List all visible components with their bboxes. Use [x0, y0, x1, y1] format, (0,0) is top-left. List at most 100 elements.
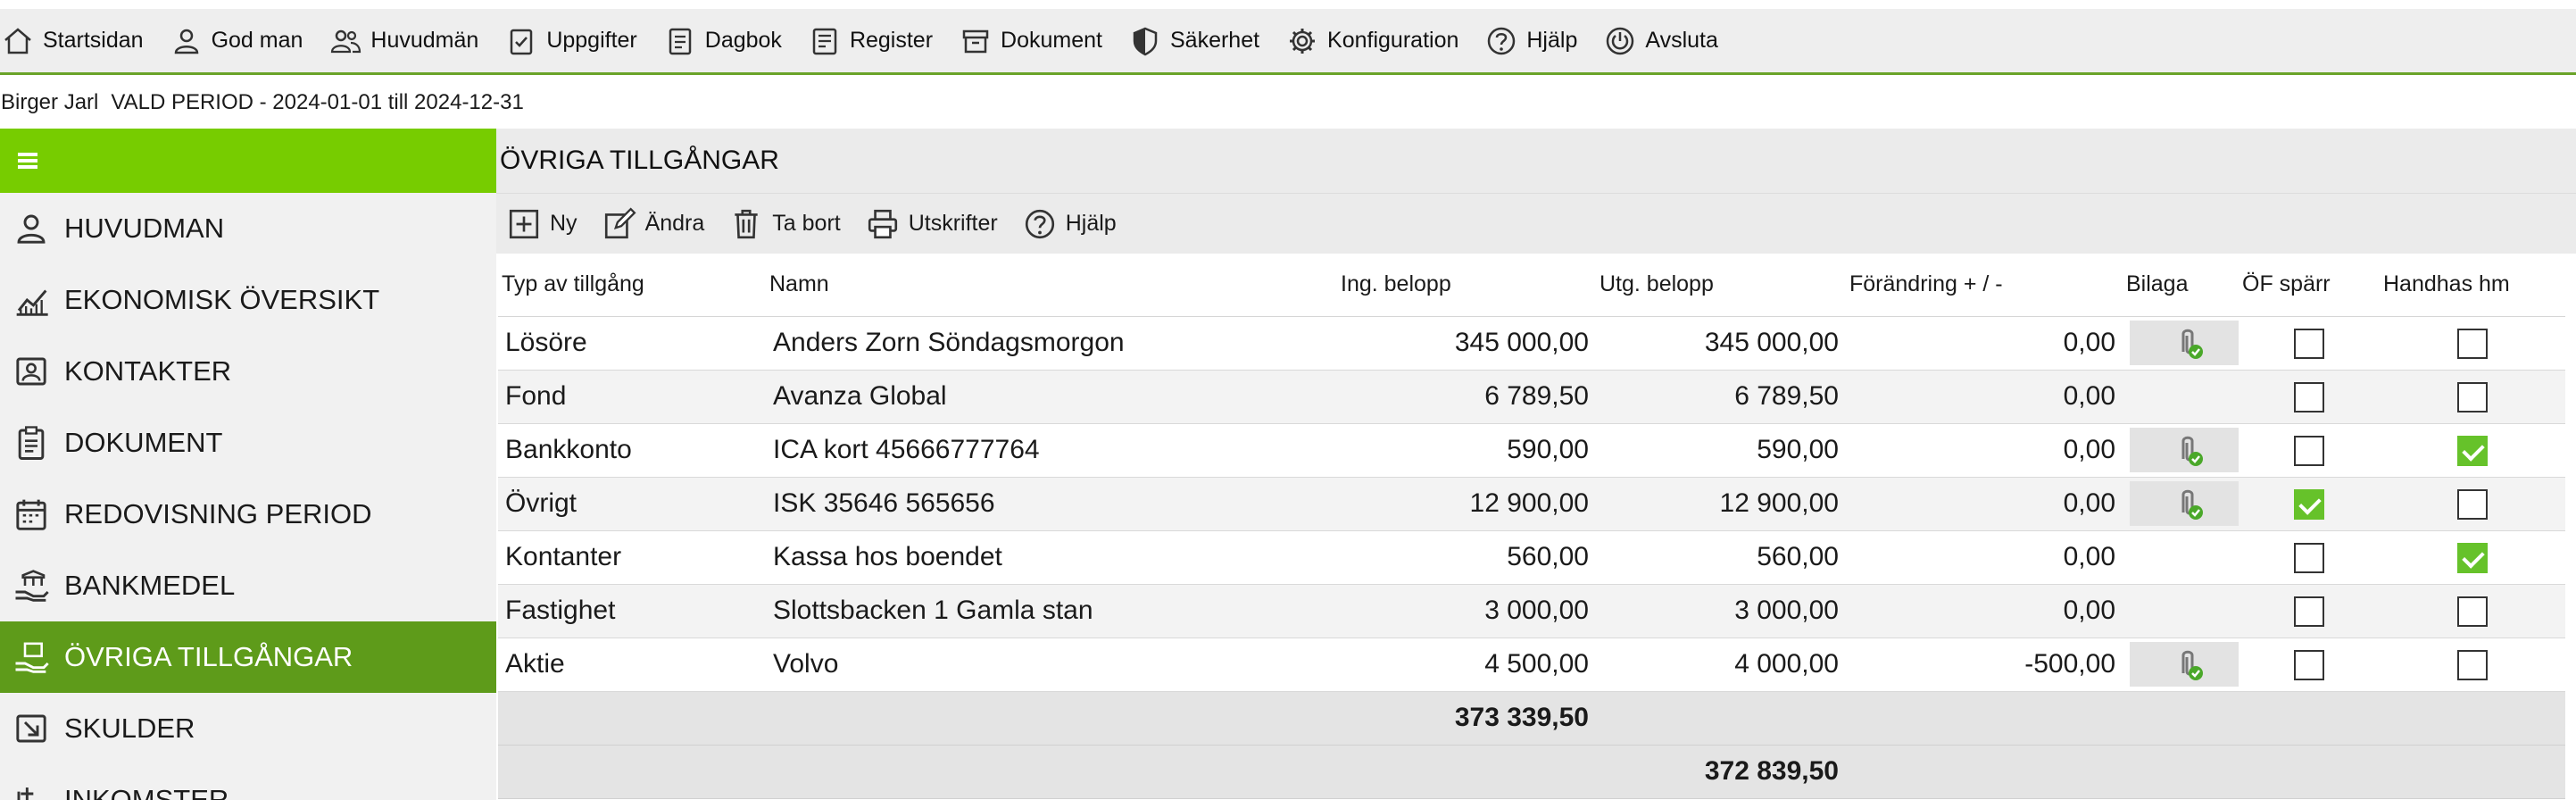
column-header-handhas-hm[interactable]: Handhas hm	[2380, 254, 2565, 317]
sidebar-nav-list: HUVUDMAN EKONOMISK ÖVERSIKT KONTAKTER DOKUM…	[0, 193, 496, 800]
of-sparr-checkbox[interactable]	[2294, 435, 2324, 466]
sidebar-item-label: DOKUMENT	[64, 427, 223, 458]
debt-icon	[16, 714, 46, 743]
attachment-button[interactable]	[2130, 642, 2239, 687]
handhas-hm-checkbox[interactable]	[2457, 435, 2488, 466]
sidebar: HUVUDMAN EKONOMISK ÖVERSIKT KONTAKTER DOKUM…	[0, 129, 496, 800]
cell-ing-belopp: 560,00	[1337, 530, 1596, 585]
column-header-namn[interactable]: Namn	[766, 254, 1337, 317]
menu-item-dokument[interactable]: Dokument	[960, 14, 1102, 68]
toolbar-button-2[interactable]: Ändra	[602, 206, 704, 241]
table-row[interactable]: Kontanter Kassa hos boendet 560,00 560,00 0,…	[498, 530, 2565, 585]
current-user-name: Birger Jarl	[1, 89, 99, 114]
cell-of-sparr	[2239, 530, 2380, 585]
menu-item-startsidan[interactable]: Startsidan	[2, 14, 144, 68]
paperclip-check-icon	[2181, 436, 2203, 466]
table-row[interactable]: Lösöre Anders Zorn Söndagsmorgon 345 000,0…	[498, 316, 2565, 371]
menu-item-god-man[interactable]: God man	[170, 14, 303, 68]
menu-item-avsluta[interactable]: Avsluta	[1604, 14, 1718, 68]
menu-item-uppgifter[interactable]: Uppgifter	[505, 14, 637, 68]
menu-item-label: Uppgifter	[546, 28, 637, 53]
handhas-hm-checkbox[interactable]	[2457, 596, 2488, 627]
table-row[interactable]: Övrigt ISK 35646 565656 12 900,00 12 900,00…	[498, 477, 2565, 531]
toolbar-button-4[interactable]: Utskrifter	[866, 207, 998, 241]
cell-forandring: 0,00	[1846, 316, 2123, 371]
cell-bilaga	[2123, 530, 2239, 585]
attachment-button[interactable]	[2130, 481, 2239, 526]
paperclip-check-icon	[2181, 489, 2203, 520]
table-row[interactable]: Fastighet Slottsbacken 1 Gamla stan 3 000,…	[498, 584, 2565, 638]
menu-item-huvudmän[interactable]: Huvudmän	[329, 14, 478, 68]
cell-bilaga	[2123, 370, 2239, 424]
attachment-button[interactable]	[2130, 321, 2239, 365]
handhas-hm-checkbox[interactable]	[2457, 328, 2488, 359]
menu-item-label: God man	[211, 28, 303, 53]
menu-item-label: Huvudmän	[370, 28, 479, 53]
handhas-hm-checkbox[interactable]	[2457, 381, 2488, 412]
totals-spacer	[1596, 691, 2565, 746]
selected-period: VALD PERIOD - 2024-01-01 till 2024-12-31	[111, 89, 524, 114]
menu-item-konfiguration[interactable]: Konfiguration	[1286, 14, 1458, 68]
totals-row-ing: 373 339,50	[498, 691, 2565, 746]
toolbar-button-label: Utskrifter	[908, 211, 998, 236]
of-sparr-checkbox[interactable]	[2294, 542, 2324, 573]
cell-utg-belopp: 345 000,00	[1596, 316, 1846, 371]
attachment-button[interactable]	[2130, 428, 2239, 472]
plus-square-icon	[509, 209, 539, 238]
cell-handhas-hm	[2380, 584, 2565, 638]
cell-forandring: 0,00	[1846, 530, 2123, 585]
total-ing-belopp: 373 339,50	[1337, 691, 1596, 746]
cell-forandring: 0,00	[1846, 477, 2123, 531]
sidebar-item-6[interactable]: BANKMEDEL	[0, 550, 496, 621]
of-sparr-checkbox[interactable]	[2294, 649, 2324, 680]
of-sparr-checkbox[interactable]	[2294, 381, 2324, 412]
hamburger-menu-button[interactable]	[0, 129, 496, 193]
menu-item-hjälp[interactable]: Hjälp	[1485, 14, 1577, 68]
menu-item-säkerhet[interactable]: Säkerhet	[1129, 14, 1259, 68]
cell-ing-belopp: 6 789,50	[1337, 370, 1596, 424]
table-row[interactable]: Bankkonto ICA kort 45666777764 590,00 590,0…	[498, 423, 2565, 478]
column-header-utg-belopp[interactable]: Utg. belopp	[1596, 254, 1846, 317]
totals-spacer	[498, 745, 1596, 799]
cell-typ: Fond	[498, 370, 766, 424]
toolbar-button-3[interactable]: Ta bort	[729, 207, 841, 241]
table-row[interactable]: Fond Avanza Global 6 789,50 6 789,50 0,00	[498, 370, 2565, 424]
page-title: ÖVRIGA TILLGÅNGAR	[496, 129, 2576, 193]
sidebar-item-1[interactable]: HUVUDMAN	[0, 193, 496, 264]
column-header-forandring[interactable]: Förändring + / -	[1846, 254, 2123, 317]
sidebar-item-5[interactable]: REDOVISNING PERIOD	[0, 479, 496, 550]
gear-icon	[1290, 28, 1316, 54]
column-header-of-sparr[interactable]: ÖF spärr	[2239, 254, 2380, 317]
cell-namn: ISK 35646 565656	[766, 477, 1337, 531]
column-header-typ[interactable]: Typ av tillgång	[498, 254, 766, 317]
handhas-hm-checkbox[interactable]	[2457, 649, 2488, 680]
of-sparr-checkbox[interactable]	[2294, 328, 2324, 359]
toolbar-button-1[interactable]: Ny	[507, 207, 578, 241]
column-header-bilaga[interactable]: Bilaga	[2123, 254, 2239, 317]
of-sparr-checkbox[interactable]	[2294, 488, 2324, 520]
of-sparr-checkbox[interactable]	[2294, 596, 2324, 627]
sidebar-item-4[interactable]: DOKUMENT	[0, 407, 496, 479]
hamburger-icon	[18, 153, 37, 169]
cell-utg-belopp: 560,00	[1596, 530, 1846, 585]
menu-item-dagbok[interactable]: Dagbok	[664, 14, 782, 68]
totals-row-utg: 372 839,50	[498, 745, 2565, 799]
column-header-ing-belopp[interactable]: Ing. belopp	[1337, 254, 1596, 317]
menu-item-register[interactable]: Register	[809, 14, 933, 68]
assets-table: Typ av tillgång Namn Ing. belopp Utg. be…	[498, 254, 2565, 799]
sidebar-item-2[interactable]: EKONOMISK ÖVERSIKT	[0, 264, 496, 336]
edit-icon	[604, 206, 636, 238]
toolbar-button-5[interactable]: Hjälp	[1023, 207, 1117, 241]
handhas-hm-checkbox[interactable]	[2457, 542, 2488, 573]
table-row[interactable]: Aktie Volvo 4 500,00 4 000,00 -500,00	[498, 638, 2565, 692]
cell-typ: Fastighet	[498, 584, 766, 638]
sidebar-item-7[interactable]: ÖVRIGA TILLGÅNGAR	[0, 621, 496, 693]
person-icon	[17, 214, 46, 244]
clipboard-icon	[18, 426, 45, 460]
sidebar-item-8[interactable]: SKULDER	[0, 693, 496, 764]
menu-item-label: Register	[849, 28, 934, 53]
sidebar-item-9[interactable]: INKOMSTER	[0, 764, 496, 800]
sidebar-item-3[interactable]: KONTAKTER	[0, 336, 496, 407]
handhas-hm-checkbox[interactable]	[2457, 488, 2488, 520]
cell-forandring: -500,00	[1846, 638, 2123, 692]
